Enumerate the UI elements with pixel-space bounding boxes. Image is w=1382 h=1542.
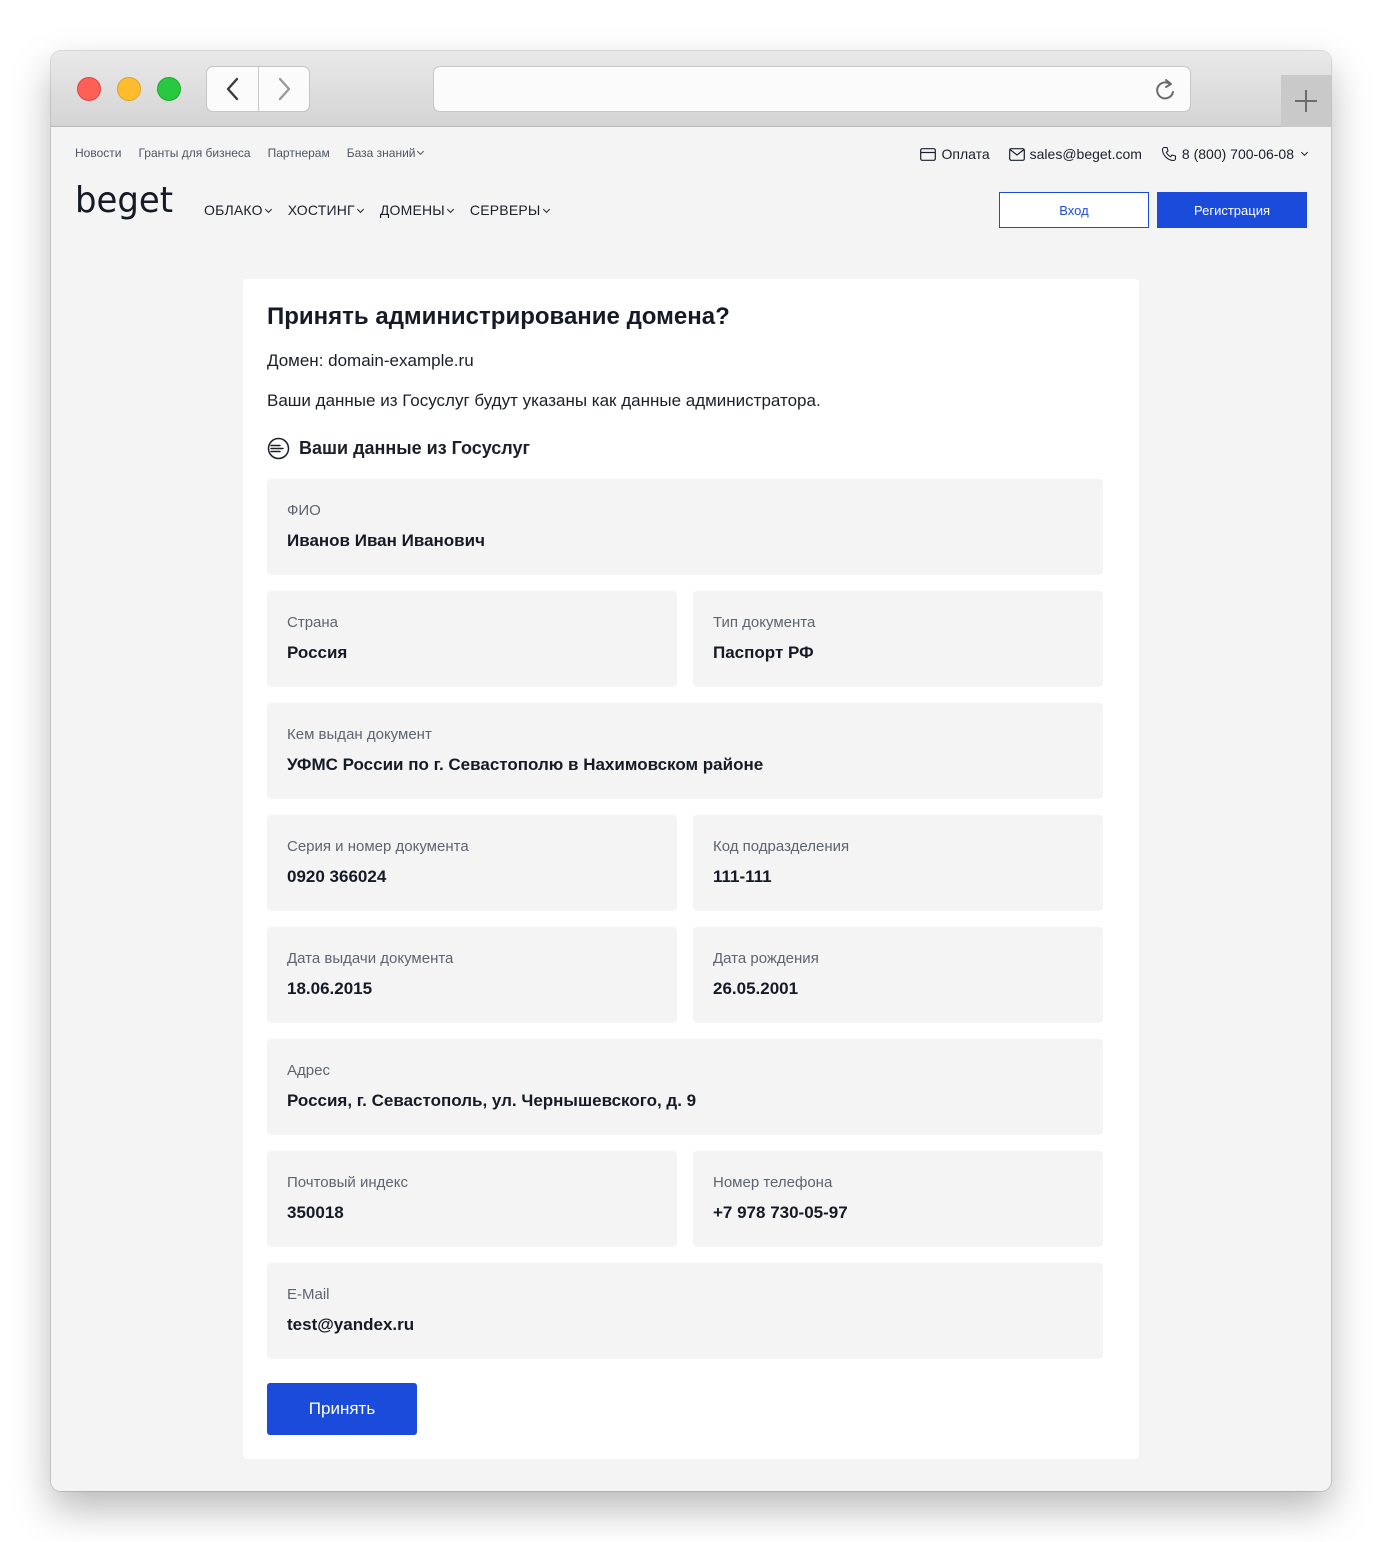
field-label: Тип документа: [713, 614, 816, 631]
field-label: Код подразделения: [713, 838, 850, 855]
field-issue-date: Дата выдачи документа 18.06.2015: [267, 927, 677, 1023]
accept-domain-card: Принять администрирование домена? Домен:…: [243, 279, 1139, 1459]
menu-item-domains[interactable]: ДОМЕНЫ: [379, 202, 454, 218]
field-value: 111-111: [713, 867, 772, 886]
field-email: E-Mail test@yandex.ru: [267, 1263, 1103, 1359]
field-country: Страна Россия: [267, 591, 677, 687]
chevron-down-icon: [1300, 148, 1309, 157]
browser-window: Новости Гранты для бизнеса Партнерам Баз…: [51, 51, 1331, 1491]
field-label: Серия и номер документа: [287, 838, 469, 855]
field-value: 0920 366024: [287, 867, 387, 886]
register-button[interactable]: Регистрация: [1157, 192, 1307, 228]
phone-link[interactable]: 8 (800) 700-06-08: [1161, 146, 1309, 162]
field-value: 18.06.2015: [287, 979, 373, 998]
description: Ваши данные из Госуслуг будут указаны ка…: [267, 391, 821, 410]
gosuslugi-section-header: Ваши данные из Госуслуг: [267, 437, 530, 460]
nav-link-partners[interactable]: Партнерам: [268, 146, 330, 160]
field-value: Россия, г. Севастополь, ул. Чернышевског…: [287, 1091, 697, 1110]
field-label: Дата рождения: [713, 950, 819, 967]
field-value: 350018: [287, 1203, 344, 1222]
phone-label: 8 (800) 700-06-08: [1181, 146, 1294, 162]
field-label: Страна: [287, 614, 339, 631]
field-label: Номер телефона: [713, 1174, 833, 1191]
field-doc-type: Тип документа Паспорт РФ: [693, 591, 1103, 687]
mail-icon: [1008, 147, 1025, 161]
field-address: Адрес Россия, г. Севастополь, ул. Черныш…: [267, 1039, 1103, 1135]
back-button[interactable]: [207, 67, 258, 111]
menu-item-hosting[interactable]: ХОСТИНГ: [287, 202, 364, 218]
field-fio: ФИО Иванов Иван Иванович: [267, 479, 1103, 575]
main-menu: ОБЛАКО ХОСТИНГ ДОМЕНЫ СЕРВЕРЫ: [204, 202, 550, 218]
field-value: +7 978 730-05-97: [713, 1203, 848, 1222]
menu-label: СЕРВЕРЫ: [469, 202, 541, 218]
knowledge-base-label: База знаний: [346, 146, 416, 160]
reload-button[interactable]: [1152, 76, 1180, 104]
phone-icon: [1161, 146, 1176, 162]
field-birth-date: Дата рождения 26.05.2001: [693, 927, 1103, 1023]
field-value: Паспорт РФ: [713, 643, 814, 662]
forward-button[interactable]: [258, 67, 309, 111]
menu-label: ОБЛАКО: [204, 202, 263, 218]
field-value: Иванов Иван Иванович: [287, 531, 485, 550]
payment-link[interactable]: Оплата: [920, 146, 990, 162]
field-postal-code: Почтовый индекс 350018: [267, 1151, 677, 1247]
menu-item-cloud[interactable]: ОБЛАКО: [204, 202, 272, 218]
close-window-button[interactable]: [77, 77, 101, 101]
field-division-code: Код подразделения 111-111: [693, 815, 1103, 911]
nav-link-knowledge-base[interactable]: База знаний: [346, 146, 425, 160]
field-label: ФИО: [287, 502, 321, 519]
field-label: Дата выдачи документа: [287, 950, 454, 967]
field-label: Почтовый индекс: [287, 1174, 408, 1191]
chevron-down-icon: [264, 205, 272, 214]
field-label: E-Mail: [287, 1286, 330, 1303]
page: Новости Гранты для бизнеса Партнерам Баз…: [51, 128, 1331, 1491]
field-value: 26.05.2001: [713, 979, 799, 998]
browser-toolbar: [51, 51, 1331, 127]
history-nav: [206, 66, 310, 112]
domain-line: Домен: domain-example.ru: [267, 351, 474, 370]
field-label: Кем выдан документ: [287, 726, 432, 743]
field-label: Адрес: [287, 1062, 330, 1079]
email-label: sales@beget.com: [1029, 146, 1142, 162]
reload-icon: [1156, 79, 1174, 100]
maximize-window-button[interactable]: [157, 77, 181, 101]
payment-label: Оплата: [941, 146, 990, 162]
field-value: Россия: [287, 643, 348, 662]
plus-icon: [1295, 90, 1317, 112]
page-title: Принять администрирование домена?: [267, 303, 730, 330]
field-value: УФМС России по г. Севастополю в Нахимовс…: [287, 755, 764, 774]
email-link[interactable]: sales@beget.com: [1008, 146, 1142, 162]
gosuslugi-icon: [267, 437, 290, 460]
main-nav: beget ОБЛАКО ХОСТИНГ ДОМЕНЫ СЕРВЕРЫ Вход…: [75, 184, 1307, 234]
accept-button[interactable]: Принять: [267, 1383, 417, 1435]
chevron-right-icon: [278, 77, 291, 101]
chevron-left-icon: [226, 77, 238, 101]
field-value: test@yandex.ru: [287, 1315, 415, 1334]
login-button[interactable]: Вход: [999, 192, 1149, 228]
minimize-window-button[interactable]: [117, 77, 141, 101]
card-icon: [920, 147, 937, 161]
new-tab-button[interactable]: [1281, 75, 1331, 127]
nav-link-news[interactable]: Новости: [75, 146, 121, 160]
chevron-down-icon: [446, 205, 454, 214]
section-title: Ваши данные из Госуслуг: [299, 438, 531, 458]
chevron-down-icon: [356, 205, 364, 214]
top-bar: Новости Гранты для бизнеса Партнерам Баз…: [75, 146, 1309, 166]
field-issued-by: Кем выдан документ УФМС России по г. Сев…: [267, 703, 1103, 799]
menu-label: ХОСТИНГ: [287, 202, 355, 218]
chevron-down-icon: [542, 205, 550, 214]
chevron-down-icon: [417, 147, 425, 156]
beget-logo[interactable]: beget: [75, 184, 175, 232]
nav-link-grants[interactable]: Гранты для бизнеса: [138, 146, 250, 160]
menu-label: ДОМЕНЫ: [379, 202, 445, 218]
svg-text:beget: beget: [75, 184, 173, 221]
address-bar[interactable]: [433, 66, 1191, 112]
field-doc-number: Серия и номер документа 0920 366024: [267, 815, 677, 911]
menu-item-servers[interactable]: СЕРВЕРЫ: [469, 202, 550, 218]
field-phone: Номер телефона +7 978 730-05-97: [693, 1151, 1103, 1247]
